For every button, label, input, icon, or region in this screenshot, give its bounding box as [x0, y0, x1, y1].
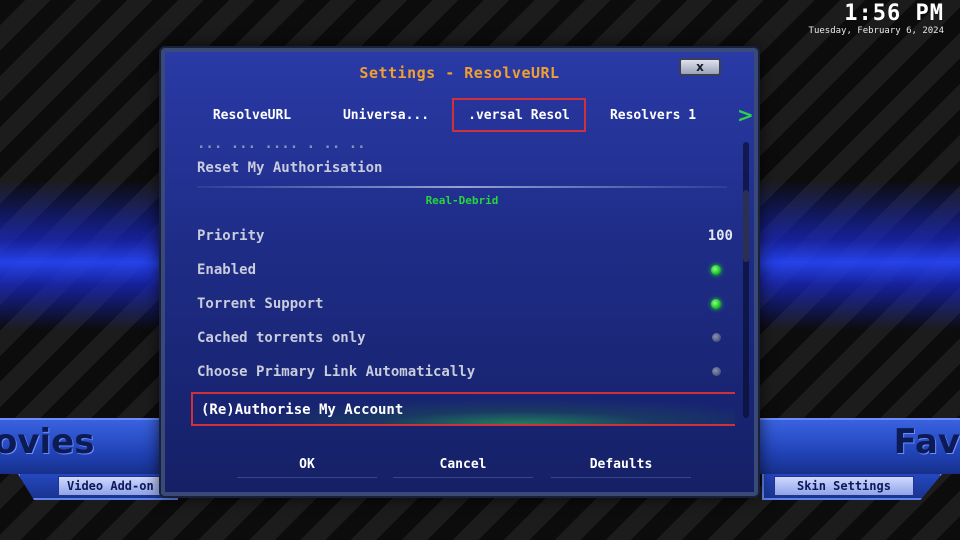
clock-time: 1:56 PM [844, 1, 944, 26]
ok-button[interactable]: OK [237, 452, 377, 478]
setting-label: (Re)Authorise My Account [201, 402, 404, 418]
toggle-on-icon [711, 265, 721, 275]
defaults-button[interactable]: Defaults [551, 452, 691, 478]
tab-universal-1[interactable]: Universa... [319, 98, 453, 132]
setting-enabled[interactable]: Enabled [189, 254, 735, 286]
setting-priority[interactable]: Priority 100 [189, 220, 735, 252]
setting-label: Priority [197, 228, 265, 244]
section-divider [197, 186, 727, 188]
background-tile-skin-settings: Skin Settings [774, 476, 914, 496]
dialog-title: Settings - ResolveURL [359, 64, 560, 82]
setting-label: Reset My Authorisation [197, 160, 383, 176]
toggle-on-icon [711, 299, 721, 309]
setting-choose-primary-link[interactable]: Choose Primary Link Automatically [189, 356, 735, 388]
background-menu-word-left: ovies [0, 422, 95, 462]
setting-cached-torrents-only[interactable]: Cached torrents only [189, 322, 735, 354]
setting-label: Torrent Support [197, 296, 324, 312]
clock-date: Tuesday, February 6, 2024 [808, 26, 944, 36]
clock: 1:56 PM Tuesday, February 6, 2024 [808, 1, 944, 37]
scrollbar-thumb[interactable] [743, 190, 749, 262]
setting-label: Choose Primary Link Automatically [197, 364, 476, 380]
scrollbar[interactable] [743, 142, 749, 418]
section-header-real-debrid: Real-Debrid [425, 194, 499, 207]
setting-torrent-support[interactable]: Torrent Support [189, 288, 735, 320]
toggle-off-icon [712, 367, 721, 376]
close-button[interactable]: x [679, 58, 721, 76]
tab-universal-resolvers[interactable]: .versal Resol [452, 98, 586, 132]
setting-reauthorise-account[interactable]: (Re)Authorise My Account [191, 392, 735, 426]
setting-label: Cached torrents only [197, 330, 366, 346]
background-menu-word-right: Fav [893, 422, 960, 462]
toggle-off-icon [712, 333, 721, 342]
tab-resolvers-1[interactable]: Resolvers 1 [586, 98, 720, 132]
setting-reset-authorisation[interactable]: Reset My Authorisation [189, 152, 735, 184]
settings-dialog: Settings - ResolveURL x ResolveURL Unive… [161, 48, 758, 496]
settings-list: ... ... .... . .. .. Reset My Authorisat… [189, 140, 735, 426]
setting-value: 100 [707, 228, 733, 244]
close-icon: x [696, 60, 704, 74]
tab-resolveurl[interactable]: ResolveURL [185, 98, 319, 132]
chevron-right-icon[interactable]: > [737, 104, 754, 126]
cancel-button[interactable]: Cancel [393, 452, 533, 478]
background-tile-video-addon: Video Add-on [58, 476, 168, 496]
setting-label: Enabled [197, 262, 257, 278]
